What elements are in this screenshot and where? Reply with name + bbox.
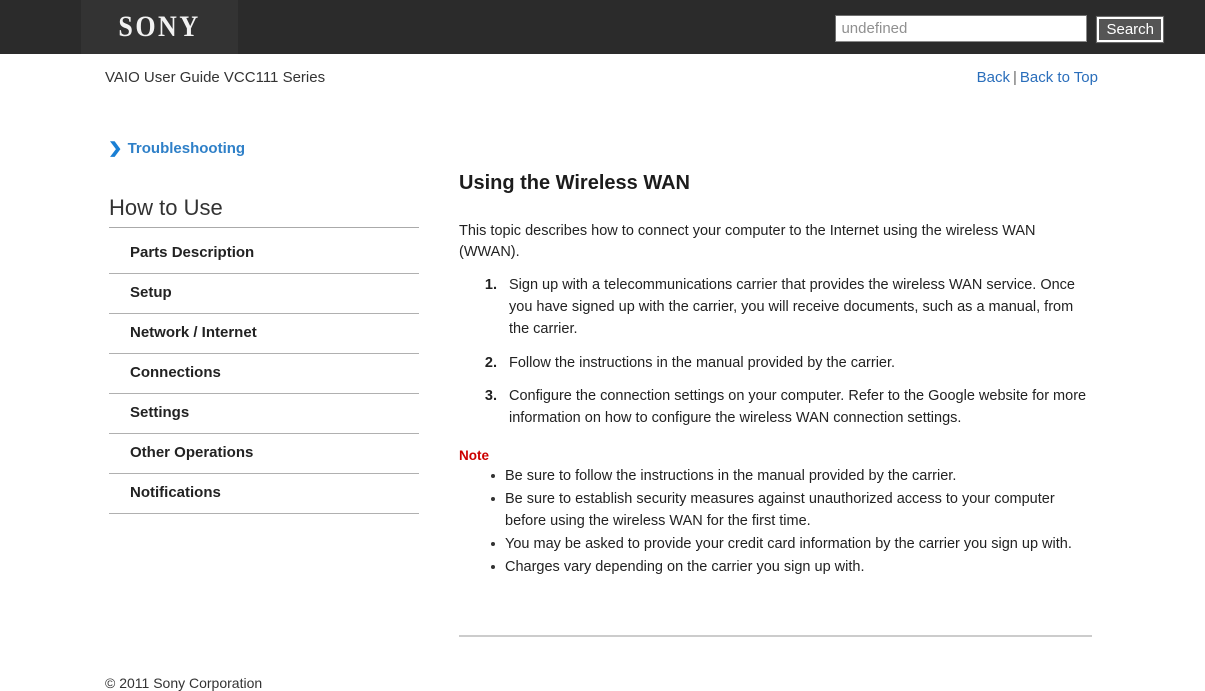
steps-list: Sign up with a telecommunications carrie… <box>459 275 1093 430</box>
list-item: Follow the instructions in the manual pr… <box>501 353 1093 375</box>
site-header: SONY Search <box>0 0 1205 54</box>
list-item: Be sure to establish security measures a… <box>491 488 1093 532</box>
sidebar-item-connections[interactable]: Connections <box>109 354 419 394</box>
sidebar: ❯ Troubleshooting How to Use Parts Descr… <box>108 140 419 514</box>
note-heading: Note <box>459 447 489 463</box>
search-input[interactable] <box>835 15 1088 42</box>
list-item: Be sure to follow the instructions in th… <box>491 465 1093 487</box>
sidebar-section-heading: How to Use <box>109 195 419 228</box>
sony-logo-text: SONY <box>118 10 201 43</box>
troubleshooting-label: Troubleshooting <box>127 140 246 157</box>
list-item: Charges vary depending on the carrier yo… <box>491 556 1093 578</box>
chevron-right-icon: ❯ <box>108 140 123 157</box>
nav-separator: | <box>1012 69 1017 86</box>
sub-header: VAIO User Guide VCC111 Series Back | Back … <box>0 54 1205 94</box>
sidebar-item-parts-description[interactable]: Parts Description <box>109 234 419 274</box>
sidebar-item-other-operations[interactable]: Other Operations <box>109 434 419 474</box>
footer-copyright: © 2011 Sony Corporation <box>105 675 263 691</box>
list-item: You may be asked to provide your credit … <box>491 533 1093 555</box>
content-divider <box>459 635 1092 637</box>
main-content: Using the Wireless WAN This topic descri… <box>459 172 1093 579</box>
sidebar-item-notifications[interactable]: Notifications <box>109 474 419 514</box>
sony-logo[interactable]: SONY <box>81 0 238 54</box>
back-link[interactable]: Back <box>977 69 1010 86</box>
sidebar-item-troubleshooting[interactable]: ❯ Troubleshooting <box>108 140 419 157</box>
sidebar-item-network-internet[interactable]: Network / Internet <box>109 314 419 354</box>
list-item: Sign up with a telecommunications carrie… <box>501 275 1093 340</box>
header-nav-links: Back | Back to Top <box>977 69 1098 86</box>
intro-paragraph: This topic describes how to connect your… <box>459 223 1036 261</box>
sidebar-item-setup[interactable]: Setup <box>109 274 419 314</box>
guide-title: VAIO User Guide VCC111 Series <box>105 69 326 86</box>
search-group: Search <box>835 15 1165 44</box>
search-button[interactable]: Search <box>1095 15 1165 44</box>
page-title: Using the Wireless WAN <box>459 172 690 194</box>
sidebar-item-settings[interactable]: Settings <box>109 394 419 434</box>
list-item: Configure the connection settings on you… <box>501 386 1093 430</box>
notes-list: Be sure to follow the instructions in th… <box>459 465 1093 578</box>
back-to-top-link[interactable]: Back to Top <box>1020 69 1098 86</box>
